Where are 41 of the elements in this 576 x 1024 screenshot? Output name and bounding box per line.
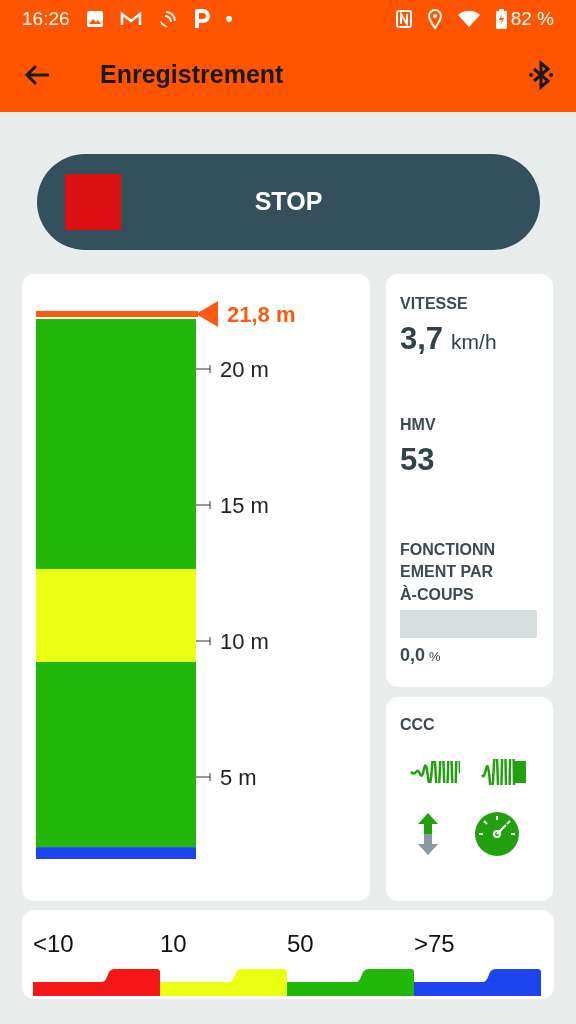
jerk-unit: % bbox=[429, 648, 441, 667]
ccc-title: CCC bbox=[400, 715, 436, 735]
app-title: Enregistrement bbox=[100, 59, 284, 91]
mail-icon bbox=[119, 11, 142, 27]
axis-tick bbox=[195, 772, 211, 782]
battery-level: 82 % bbox=[510, 6, 554, 31]
legend-label: <10 bbox=[33, 929, 74, 959]
jerk-value: 0,0 bbox=[400, 644, 426, 668]
speed-unit: km/h bbox=[451, 329, 497, 355]
nfc-icon bbox=[395, 10, 412, 28]
legend-label: 50 bbox=[287, 929, 314, 959]
tick-label: 5 m bbox=[220, 765, 257, 790]
vibration-wave-icon bbox=[410, 761, 461, 783]
legend-label: >75 bbox=[414, 929, 455, 959]
status-time: 16:26 bbox=[22, 6, 70, 31]
speed-label: VITESSE bbox=[400, 294, 469, 314]
parking-icon bbox=[193, 9, 210, 29]
image-icon bbox=[85, 10, 104, 28]
tick-label: 15 m bbox=[220, 493, 269, 518]
damped-wave-icon bbox=[480, 759, 527, 785]
axis-tick bbox=[195, 636, 211, 646]
gauge-icon bbox=[473, 811, 520, 857]
hmv-value: 53 bbox=[400, 440, 436, 479]
up-down-arrow-icon bbox=[417, 812, 440, 856]
back-icon[interactable] bbox=[24, 64, 50, 86]
wifi-icon bbox=[457, 11, 480, 27]
stop-button[interactable]: STOP bbox=[37, 154, 540, 250]
jerk-label: FONCTIONNEMENT PAR À-COUPS bbox=[400, 540, 497, 605]
location-icon bbox=[427, 9, 442, 29]
speed-value: 3,7 bbox=[400, 320, 444, 358]
axis-tick bbox=[195, 500, 211, 510]
legend-label: 10 bbox=[160, 929, 187, 959]
bluetooth-icon[interactable] bbox=[528, 60, 554, 90]
max-depth-label: 21,8 m bbox=[227, 302, 296, 327]
tick-label: 20 m bbox=[220, 357, 269, 382]
battery-icon bbox=[495, 9, 507, 29]
axis-tick bbox=[195, 364, 211, 374]
tick-label: 10 m bbox=[220, 629, 269, 654]
satellite-icon bbox=[157, 9, 178, 29]
hmv-label: HMV bbox=[400, 414, 437, 435]
dot-icon bbox=[225, 16, 232, 22]
